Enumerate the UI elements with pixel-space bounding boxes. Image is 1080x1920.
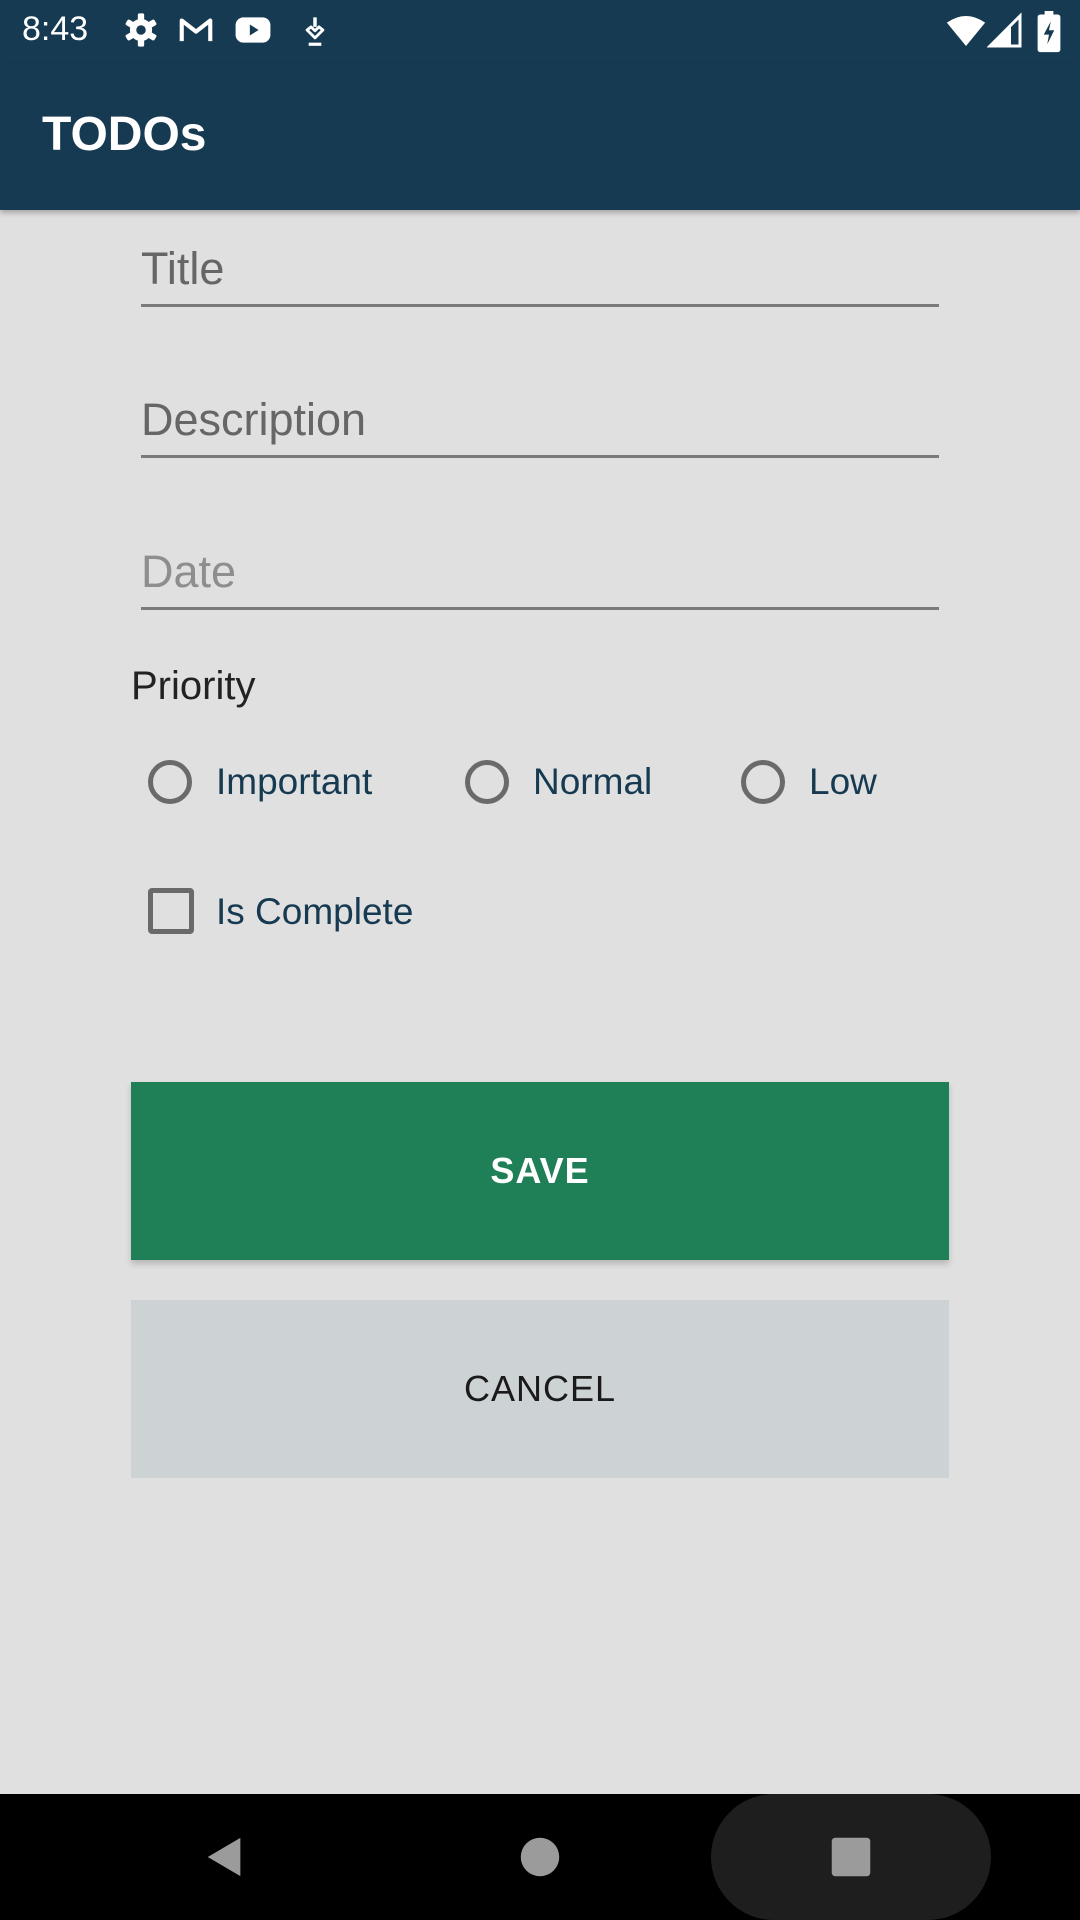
settings-icon: [125, 13, 157, 47]
priority-option-label: Important: [216, 761, 373, 802]
radio-button-icon: [148, 760, 192, 804]
youtube-icon: [235, 17, 271, 43]
wifi-icon: [946, 16, 986, 46]
battery-charging-icon: [1037, 11, 1061, 53]
signal-icon: [987, 12, 1022, 48]
radio-button-icon: [465, 760, 509, 804]
description-input[interactable]: [141, 385, 939, 455]
status-bar: 8:43: [0, 0, 1080, 63]
back-icon[interactable]: [202, 1834, 248, 1880]
app-title: TODOs: [42, 108, 207, 161]
gmail-icon: [179, 18, 213, 42]
radio-button-icon: [741, 760, 785, 804]
priority-option-label: Low: [809, 761, 877, 802]
download-icon: [305, 17, 325, 46]
save-button[interactable]: SAVE: [131, 1082, 949, 1260]
app-bar: TODOs: [0, 63, 1080, 210]
is-complete-label: Is Complete: [216, 891, 414, 932]
navigation-bar: [0, 1794, 1080, 1920]
home-icon[interactable]: [519, 1836, 561, 1878]
cancel-button[interactable]: CANCEL: [131, 1300, 949, 1478]
checkbox-icon: [148, 888, 194, 934]
date-field: [141, 537, 939, 610]
date-input[interactable]: [141, 537, 939, 607]
status-time: 8:43: [22, 10, 89, 48]
title-input[interactable]: [141, 234, 939, 304]
title-field: [141, 234, 939, 307]
priority-label: Priority: [131, 664, 256, 708]
priority-option-label: Normal: [533, 761, 653, 802]
description-field: [141, 385, 939, 458]
recents-icon[interactable]: [830, 1836, 872, 1878]
